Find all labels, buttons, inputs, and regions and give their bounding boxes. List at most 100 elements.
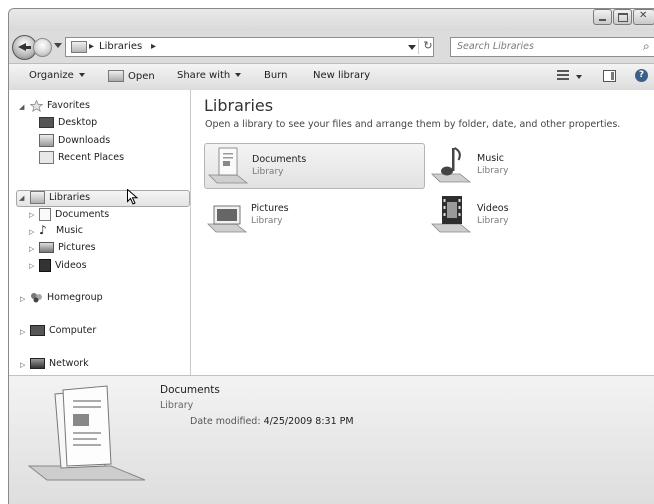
nav-libraries[interactable]: Libraries	[30, 191, 90, 204]
content-area: Libraries Open a library to see your fil…	[191, 90, 654, 375]
details-pane: Documents Library Date modified: 4/25/20…	[9, 375, 654, 504]
recent-places-icon	[39, 151, 54, 164]
details-item-name: Documents	[160, 384, 220, 396]
organize-button[interactable]: Organize	[29, 70, 85, 81]
date-modified-label: Date modified:	[190, 416, 261, 427]
forward-button[interactable]	[33, 38, 52, 57]
expand-arrow-icon[interactable]: ▷	[29, 228, 34, 236]
explorer-window: ▸ Libraries ▸ ↻ Search Libraries ⌕ Organ…	[8, 8, 654, 504]
view-dropdown-icon[interactable]	[576, 75, 582, 79]
videos-library-icon	[430, 194, 472, 234]
nav-network[interactable]: Network	[30, 358, 89, 369]
burn-label: Burn	[264, 70, 288, 81]
library-name: Documents	[252, 154, 307, 165]
libraries-icon	[71, 41, 87, 53]
address-chevron-icon[interactable]: ▸	[151, 41, 156, 52]
nav-pictures-label: Pictures	[58, 242, 96, 253]
library-item-music[interactable]: Music Library	[428, 143, 647, 187]
nav-homegroup[interactable]: Homegroup	[30, 292, 103, 303]
address-row: ▸ Libraries ▸ ↻ Search Libraries ⌕	[9, 33, 654, 61]
expand-arrow-icon[interactable]: ▷	[20, 361, 25, 369]
page-subtitle: Open a library to see your files and arr…	[205, 119, 621, 130]
maximize-button[interactable]	[613, 9, 632, 25]
nav-downloads-label: Downloads	[58, 135, 111, 146]
change-view-icon[interactable]	[557, 69, 569, 81]
nav-item-documents[interactable]: Documents	[39, 208, 109, 221]
library-item-videos[interactable]: Videos Library	[428, 193, 647, 237]
library-name: Music	[477, 153, 505, 164]
mouse-cursor-icon	[127, 188, 139, 205]
expand-arrow-icon[interactable]: ▷	[29, 262, 34, 270]
share-with-button[interactable]: Share with	[177, 70, 242, 81]
new-library-label: New library	[313, 70, 371, 81]
nav-computer-label: Computer	[49, 325, 97, 336]
address-bar[interactable]: ▸ Libraries ▸ ↻	[65, 37, 434, 57]
pictures-icon	[39, 242, 54, 253]
expand-arrow-icon[interactable]: ▷	[29, 245, 34, 253]
nav-item-pictures[interactable]: Pictures	[39, 242, 96, 253]
star-icon	[29, 99, 44, 113]
pictures-library-icon	[206, 194, 248, 234]
document-icon	[39, 208, 51, 221]
open-button[interactable]: Open	[108, 70, 155, 82]
collapse-arrow-icon[interactable]: ◢	[19, 103, 24, 111]
preview-pane-icon[interactable]	[603, 70, 616, 82]
open-icon	[108, 70, 124, 82]
nav-desktop-label: Desktop	[58, 117, 98, 128]
address-chevron-icon[interactable]: ▸	[89, 41, 94, 52]
nav-recent-places-label: Recent Places	[58, 152, 125, 163]
nav-item-downloads[interactable]: Downloads	[39, 134, 110, 147]
network-icon	[30, 358, 45, 369]
date-modified-value: 4/25/2009 8:31 PM	[263, 416, 354, 427]
nav-favorites[interactable]: Favorites	[29, 99, 90, 113]
downloads-icon	[39, 134, 54, 147]
command-bar: Organize Open Share with Burn New librar…	[9, 63, 654, 91]
recent-pages-dropdown[interactable]	[54, 43, 62, 48]
computer-icon	[30, 325, 45, 336]
close-button[interactable]	[633, 9, 654, 25]
details-date-modified: Date modified: 4/25/2009 8:31 PM	[190, 416, 354, 427]
library-type: Library	[477, 166, 509, 176]
nav-libraries-label: Libraries	[49, 192, 91, 203]
chevron-down-icon	[235, 73, 242, 77]
film-icon	[39, 259, 51, 272]
new-library-button[interactable]: New library	[313, 70, 370, 81]
search-input[interactable]: Search Libraries	[457, 41, 534, 52]
details-item-type: Library	[160, 400, 194, 411]
library-item-documents[interactable]: Documents Library	[204, 143, 425, 189]
documents-library-icon	[207, 145, 249, 185]
library-name: Videos	[477, 203, 509, 214]
homegroup-icon	[30, 292, 43, 303]
refresh-icon[interactable]: ↻	[418, 39, 435, 54]
nav-item-videos[interactable]: Videos	[39, 259, 87, 272]
expand-arrow-icon[interactable]: ▷	[20, 295, 25, 303]
nav-item-music[interactable]: ♪ Music	[39, 224, 83, 236]
nav-documents-label: Documents	[55, 209, 110, 220]
documents-library-large-icon	[25, 384, 150, 482]
open-label: Open	[128, 71, 155, 82]
collapse-arrow-icon[interactable]: ◢	[19, 194, 24, 202]
page-title: Libraries	[204, 96, 274, 115]
nav-network-label: Network	[49, 358, 89, 369]
expand-arrow-icon[interactable]: ▷	[20, 328, 25, 336]
help-icon[interactable]: ?	[635, 69, 648, 82]
music-library-icon	[430, 144, 472, 184]
libraries-icon	[30, 191, 45, 204]
library-name: Pictures	[251, 203, 289, 214]
address-dropdown-icon[interactable]	[408, 45, 416, 50]
library-type: Library	[252, 167, 284, 177]
library-item-pictures[interactable]: Pictures Library	[204, 193, 423, 237]
search-icon[interactable]: ⌕	[643, 39, 650, 54]
library-type: Library	[251, 216, 283, 226]
address-segment-libraries[interactable]: Libraries	[99, 41, 142, 52]
organize-label: Organize	[29, 70, 74, 81]
nav-item-recent-places[interactable]: Recent Places	[39, 151, 124, 164]
nav-favorites-label: Favorites	[47, 100, 90, 111]
minimize-button[interactable]	[593, 9, 612, 25]
expand-arrow-icon[interactable]: ▷	[29, 211, 34, 219]
nav-item-desktop[interactable]: Desktop	[39, 117, 97, 128]
nav-computer[interactable]: Computer	[30, 325, 96, 336]
search-box[interactable]: Search Libraries ⌕	[450, 37, 654, 57]
burn-button[interactable]: Burn	[264, 70, 287, 81]
title-bar	[9, 9, 654, 31]
